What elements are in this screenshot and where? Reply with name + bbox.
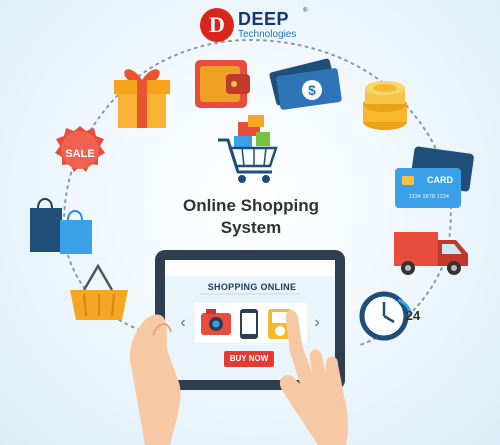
- tablet-heading: SHOPPING ONLINE: [207, 282, 297, 292]
- coins-icon: [363, 81, 407, 130]
- card-label: CARD: [427, 175, 453, 185]
- shopping-bags-icon: [30, 198, 92, 254]
- basket-icon: [70, 263, 128, 320]
- support-hours-label: 24: [405, 308, 421, 323]
- dollar-bills-icon: $: [269, 58, 342, 110]
- wallet-icon: [195, 60, 250, 108]
- company-logo: D DEEP ® Technologies: [200, 8, 310, 42]
- chevron-left-icon[interactable]: ‹: [176, 313, 190, 333]
- logo-registered-mark: ®: [303, 8, 308, 14]
- svg-text:$: $: [308, 82, 316, 98]
- page-title: Online Shopping System: [140, 195, 362, 239]
- logo-name: DEEP: [238, 9, 290, 29]
- title-line-2: System: [220, 218, 282, 237]
- card-number: 1234 5678 1234: [408, 194, 450, 200]
- gift-icon: [114, 69, 170, 128]
- smartphone-icon: [240, 309, 258, 339]
- sale-label: SALE: [65, 148, 95, 160]
- title-line-1: Online Shopping: [183, 196, 319, 215]
- shopping-cart-icon: [218, 115, 278, 183]
- logo-subtitle: Technologies: [238, 29, 297, 40]
- buy-now-button[interactable]: BUY NOW: [224, 351, 274, 367]
- logo-badge: D: [200, 8, 234, 42]
- chevron-right-icon[interactable]: ›: [310, 313, 324, 333]
- delivery-truck-icon: [394, 232, 468, 275]
